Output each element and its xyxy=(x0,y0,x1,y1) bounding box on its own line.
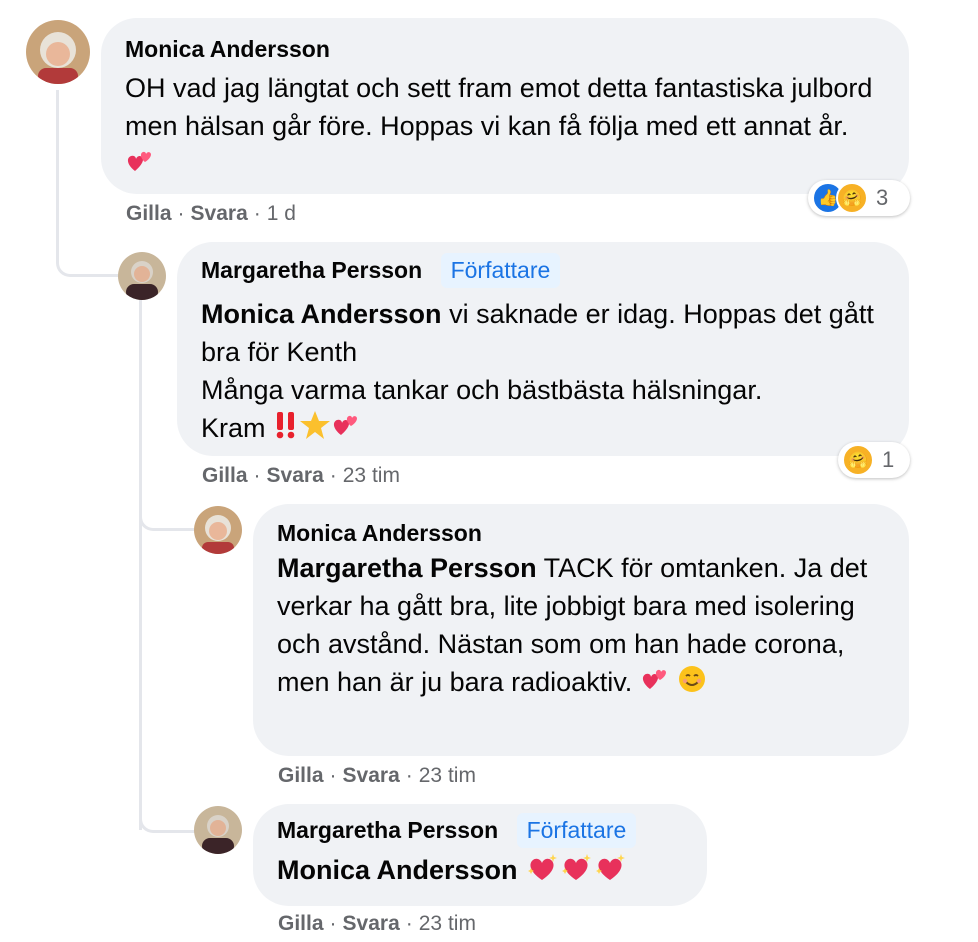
avatar[interactable] xyxy=(118,252,166,300)
comment-bubble: Monica Andersson Margaretha Persson TACK… xyxy=(253,504,909,756)
comment-author[interactable]: Margaretha Persson xyxy=(201,257,422,284)
avatar-photo xyxy=(26,20,90,84)
comment-actions: Gilla · Svara · 1 d xyxy=(126,202,296,226)
comment-text: Monica Andersson xyxy=(277,851,683,892)
timestamp[interactable]: 23 tim xyxy=(343,464,400,487)
separator: · xyxy=(253,202,261,225)
mention-link[interactable]: Monica Andersson xyxy=(277,855,518,885)
comment-actions: Gilla · Svara · 23 tim xyxy=(278,912,476,936)
comment-actions: Gilla · Svara · 23 tim xyxy=(278,764,476,788)
separator: · xyxy=(405,764,413,787)
author-badge: Författare xyxy=(440,253,561,288)
avatar-photo xyxy=(118,252,166,300)
comment-author[interactable]: Margaretha Persson xyxy=(277,817,498,844)
two-hearts-emoji xyxy=(331,410,361,450)
reaction-count: 3 xyxy=(876,185,889,210)
thread-connector xyxy=(139,800,198,833)
reply-button[interactable]: Svara xyxy=(267,464,324,487)
comment-bubble: Monica Andersson OH vad jag längtat och … xyxy=(101,18,909,194)
separator: · xyxy=(329,912,337,935)
comment-body: Många varma tankar och bästbästa hälsnin… xyxy=(201,375,763,405)
separator: · xyxy=(329,764,337,787)
like-button[interactable]: Gilla xyxy=(278,912,324,935)
avatar[interactable] xyxy=(26,20,90,84)
reply-button[interactable]: Svara xyxy=(343,912,400,935)
author-badge: Författare xyxy=(516,813,637,848)
mention-link[interactable]: Margaretha Persson xyxy=(277,553,537,583)
two-hearts-emoji xyxy=(125,146,155,186)
comment-body: OH vad jag längtat och sett fram emot de… xyxy=(125,73,873,141)
comment-bubble: Margaretha Persson Författare Monica And… xyxy=(253,804,707,906)
care-icon: 🤗 xyxy=(842,444,874,476)
thread-connector xyxy=(139,500,198,531)
thread-line xyxy=(139,300,142,830)
separator: · xyxy=(405,912,413,935)
separator: · xyxy=(253,464,261,487)
care-icon: 🤗 xyxy=(836,182,868,214)
comment-actions: Gilla · Svara · 23 tim xyxy=(202,464,400,488)
reaction-summary[interactable]: 🤗 1 xyxy=(838,442,910,478)
star-emoji xyxy=(299,410,331,450)
reply-button[interactable]: Svara xyxy=(191,202,248,225)
comment-text: Margaretha Persson TACK för omtanken. Ja… xyxy=(277,549,885,704)
avatar-photo xyxy=(194,806,242,854)
reaction-count: 1 xyxy=(882,447,895,472)
avatar[interactable] xyxy=(194,506,242,554)
comment-bubble: Margaretha Persson Författare Monica And… xyxy=(177,242,909,456)
comment-text: Monica Andersson vi saknade er idag. Hop… xyxy=(201,295,885,450)
timestamp[interactable]: 23 tim xyxy=(419,912,476,935)
timestamp[interactable]: 1 d xyxy=(267,202,296,225)
reply-button[interactable]: Svara xyxy=(343,764,400,787)
sparkling-heart-emoji xyxy=(593,852,627,892)
avatar-photo xyxy=(194,506,242,554)
two-hearts-emoji xyxy=(640,664,670,704)
like-button[interactable]: Gilla xyxy=(278,764,324,787)
comment-text: OH vad jag längtat och sett fram emot de… xyxy=(125,69,885,186)
sparkling-heart-emoji xyxy=(559,852,593,892)
like-button[interactable]: Gilla xyxy=(202,464,248,487)
separator: · xyxy=(177,202,185,225)
separator: · xyxy=(329,464,337,487)
mention-link[interactable]: Monica Andersson xyxy=(201,299,442,329)
comment-author[interactable]: Monica Andersson xyxy=(125,36,330,63)
double-exclamation-emoji xyxy=(273,410,299,450)
comment-body: Kram xyxy=(201,413,266,443)
like-button[interactable]: Gilla xyxy=(126,202,172,225)
reaction-summary[interactable]: 👍 🤗 3 xyxy=(808,180,910,216)
timestamp[interactable]: 23 tim xyxy=(419,764,476,787)
smiling-face-emoji xyxy=(677,664,707,704)
sparkling-heart-emoji xyxy=(525,852,559,892)
comment-author[interactable]: Monica Andersson xyxy=(277,520,482,547)
avatar[interactable] xyxy=(194,806,242,854)
